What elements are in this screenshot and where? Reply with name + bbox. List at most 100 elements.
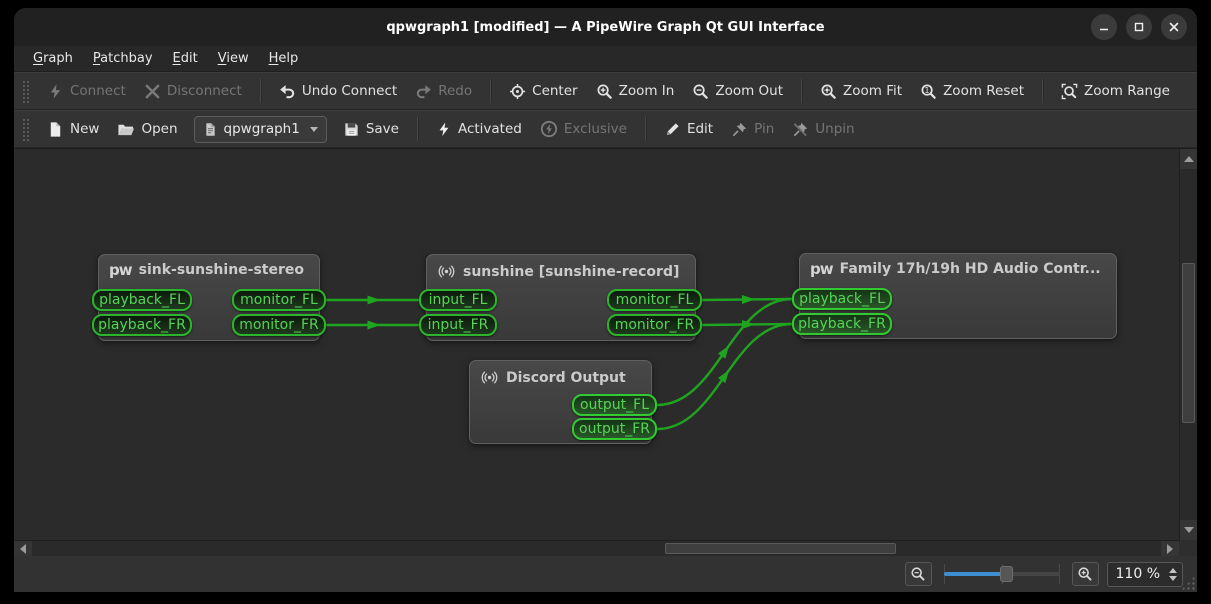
vertical-scrollbar-thumb[interactable] [1182, 263, 1195, 423]
menu-patchbay[interactable]: Patchbay [84, 48, 162, 69]
zoom-out-button[interactable]: Zoom Out [684, 77, 791, 106]
zoom-slider-fill [944, 572, 1007, 576]
vertical-scrollbar[interactable] [1179, 149, 1197, 540]
horizontal-scrollbar-thumb[interactable] [665, 543, 896, 554]
unpin-icon [792, 121, 809, 138]
unpin-button[interactable]: Unpin [784, 115, 862, 144]
exclusive-button[interactable]: Exclusive [532, 114, 635, 144]
resize-grip[interactable] [1181, 576, 1195, 590]
horizontal-scrollbar[interactable] [14, 540, 1179, 556]
scrollbar-corner [1179, 540, 1197, 556]
edit-pencil-icon [664, 121, 681, 138]
port-discord-output-output_FL[interactable]: output_FL [572, 394, 657, 416]
port-family-hd-audio-playback_FR[interactable]: playback_FR [792, 313, 892, 335]
app-window: qpwgraph1 [modified] — A PipeWire Graph … [14, 8, 1197, 592]
wire-arrow-icon [368, 321, 381, 330]
patchbay-profile-value: qpwgraph1 [224, 121, 300, 137]
scroll-up-button[interactable] [1180, 149, 1197, 169]
pin-button[interactable]: Pin [723, 115, 782, 144]
redo-icon [415, 83, 432, 100]
port-sink-sunshine-stereo-playback_FL[interactable]: playback_FL [92, 289, 192, 311]
open-folder-icon [117, 121, 135, 138]
zoom-slider[interactable] [944, 562, 1060, 586]
disconnect-button[interactable]: Disconnect [136, 77, 250, 106]
activated-icon [436, 121, 452, 138]
scroll-right-button[interactable] [1161, 541, 1179, 557]
new-button[interactable]: New [39, 115, 107, 144]
port-sunshine-input_FL[interactable]: input_FL [419, 289, 497, 311]
wires-svg [14, 149, 1179, 540]
zoom-percent-spinbox[interactable]: 110 % [1107, 562, 1183, 587]
zoom-reset-button[interactable]: 1 Zoom Reset [912, 77, 1032, 106]
port-sink-sunshine-stereo-monitor_FR[interactable]: monitor_FR [232, 314, 326, 336]
zoom-range-button[interactable]: Zoom Range [1053, 77, 1178, 106]
edit-button[interactable]: Edit [656, 115, 721, 144]
wire-arrow-icon [742, 295, 755, 304]
port-sunshine-input_FR[interactable]: input_FR [419, 314, 497, 336]
maximize-button[interactable] [1126, 14, 1152, 40]
redo-button[interactable]: Redo [407, 77, 480, 106]
open-button[interactable]: Open [109, 115, 185, 144]
close-button[interactable] [1161, 14, 1187, 40]
wire-arrow-icon [368, 296, 381, 305]
status-bar: 110 % [14, 556, 1197, 592]
disconnect-icon [144, 83, 161, 100]
zoom-in-button[interactable]: Zoom In [588, 77, 683, 106]
center-button[interactable]: Center [501, 77, 585, 106]
undo-connect-button[interactable]: Undo Connect [271, 77, 405, 106]
toolbar-separator [260, 79, 261, 103]
scroll-down-button[interactable] [1180, 520, 1197, 540]
undo-icon [279, 83, 296, 100]
save-icon [343, 121, 360, 138]
minimize-button[interactable] [1091, 14, 1117, 40]
window-controls [1091, 8, 1187, 46]
arrow-up-icon [1184, 156, 1194, 162]
toolbar-drag-handle[interactable] [22, 79, 29, 103]
save-button[interactable]: Save [335, 115, 407, 144]
graph-canvas[interactable]: pwsink-sunshine-stereoplayback_FLplaybac… [14, 149, 1179, 540]
zoom-reset-icon: 1 [920, 83, 937, 100]
maximize-icon [1133, 21, 1145, 33]
toolbar-drag-handle[interactable] [22, 117, 29, 141]
port-sunshine-monitor_FL[interactable]: monitor_FL [607, 289, 702, 311]
zoom-fit-button[interactable]: Zoom Fit [812, 77, 910, 106]
toolbar-separator [801, 79, 802, 103]
canvas-area: pwsink-sunshine-stereoplayback_FLplaybac… [14, 148, 1197, 556]
zoom-slider-handle[interactable] [1000, 566, 1013, 582]
toolbar-separator [1042, 79, 1043, 103]
pin-icon [731, 121, 748, 138]
zoom-percent-value: 110 % [1116, 566, 1160, 582]
zoom-in-icon [1077, 566, 1093, 582]
port-sunshine-monitor_FR[interactable]: monitor_FR [607, 314, 702, 336]
arrow-left-icon [20, 544, 26, 554]
statusbar-zoom-out-button[interactable] [905, 562, 932, 586]
title-bar[interactable]: qpwgraph1 [modified] — A PipeWire Graph … [14, 8, 1197, 46]
port-family-hd-audio-playback_FL[interactable]: playback_FL [792, 288, 892, 310]
close-icon [1168, 21, 1180, 33]
graph-toolbar: Connect Disconnect Undo Connect Redo Cen… [14, 72, 1197, 110]
statusbar-zoom-in-button[interactable] [1072, 562, 1099, 586]
menu-view[interactable]: View [209, 48, 258, 69]
port-sink-sunshine-stereo-playback_FR[interactable]: playback_FR [92, 314, 192, 336]
zoom-in-icon [596, 83, 613, 100]
center-icon [509, 83, 526, 100]
connect-icon [47, 83, 64, 100]
connect-button[interactable]: Connect [39, 77, 134, 106]
activated-button[interactable]: Activated [428, 115, 530, 144]
chevron-down-icon [310, 127, 318, 132]
patchbay-toolbar: New Open qpwgraph1 Save Activated Exclus… [14, 110, 1197, 148]
menu-graph[interactable]: Graph [24, 48, 82, 69]
svg-text:1: 1 [925, 85, 930, 94]
exclusive-icon [540, 120, 558, 138]
menu-edit[interactable]: Edit [164, 48, 207, 69]
new-file-icon [47, 121, 64, 138]
port-sink-sunshine-stereo-monitor_FL[interactable]: monitor_FL [232, 289, 326, 311]
menu-bar: Graph Patchbay Edit View Help [14, 46, 1197, 72]
scroll-left-button[interactable] [14, 541, 32, 557]
menu-help[interactable]: Help [260, 48, 308, 69]
patchbay-profile-select[interactable]: qpwgraph1 [194, 116, 327, 143]
port-discord-output-output_FR[interactable]: output_FR [572, 418, 657, 440]
spinbox-arrows[interactable] [1166, 568, 1180, 581]
toolbar-separator [417, 117, 418, 141]
zoom-range-icon [1061, 83, 1078, 100]
